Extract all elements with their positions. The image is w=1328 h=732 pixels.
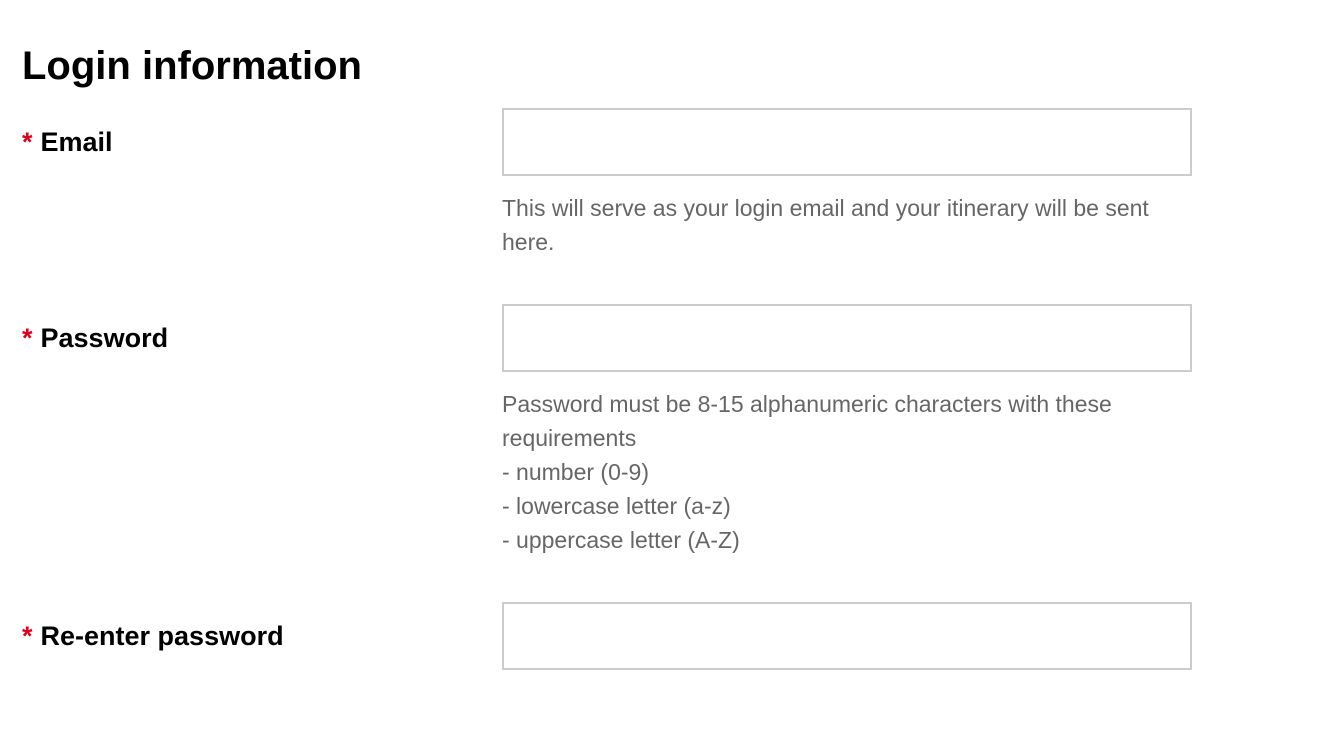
password-requirement-number: - number (0-9) (502, 459, 649, 485)
password-requirement-uppercase: - uppercase letter (A-Z) (502, 527, 740, 553)
required-marker: * (22, 621, 33, 651)
email-label-text: Email (40, 127, 113, 157)
password-input[interactable] (502, 304, 1192, 372)
email-label: * Email (22, 125, 113, 159)
reenter-password-label-text: Re-enter password (40, 621, 284, 651)
email-help-text: This will serve as your login email and … (502, 195, 1149, 255)
password-label: * Password (22, 321, 168, 355)
login-information-form: Login information * Email This will serve… (0, 0, 1328, 732)
reenter-password-input[interactable] (502, 602, 1192, 670)
reenter-password-label: * Re-enter password (22, 619, 284, 653)
password-label-text: Password (40, 323, 169, 353)
email-input[interactable] (502, 108, 1192, 176)
required-marker: * (22, 127, 33, 157)
section-title: Login information (22, 44, 362, 88)
required-marker: * (22, 323, 33, 353)
password-help-text: Password must be 8-15 alphanumeric chara… (502, 387, 1192, 557)
password-requirements-intro: Password must be 8-15 alphanumeric chara… (502, 391, 1112, 451)
password-requirement-lowercase: - lowercase letter (a-z) (502, 493, 731, 519)
